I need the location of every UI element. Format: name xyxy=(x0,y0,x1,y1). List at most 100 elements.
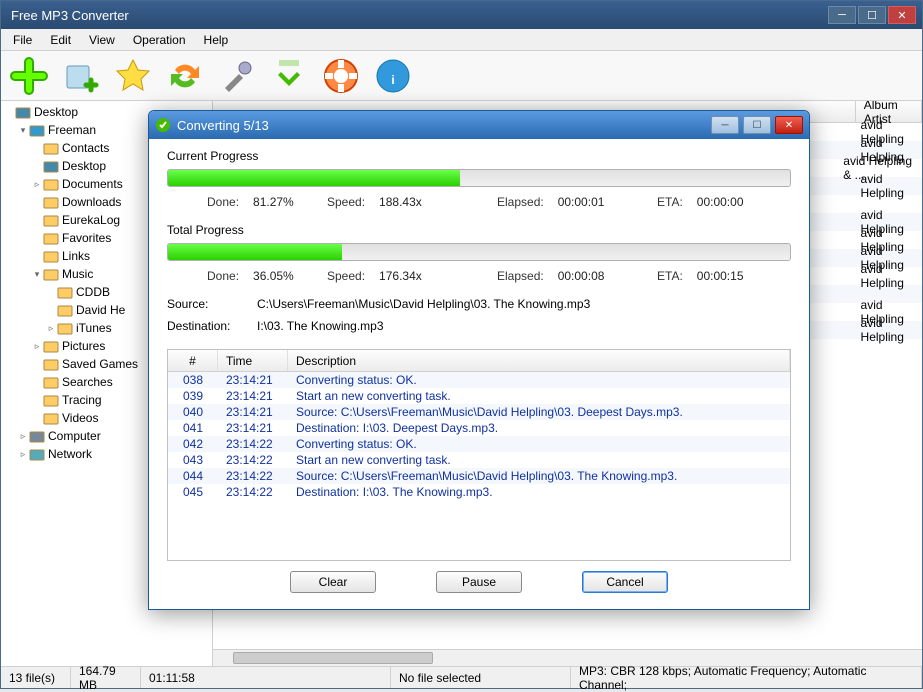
folder-icon xyxy=(29,446,45,462)
log-num: 045 xyxy=(168,485,218,499)
log-row[interactable]: 04523:14:22Destination: I:\03. The Knowi… xyxy=(168,484,790,500)
tree-expander-icon[interactable]: ▹ xyxy=(31,341,43,352)
favorites-button[interactable] xyxy=(111,54,155,98)
total-progress-label: Total Progress xyxy=(167,223,791,237)
current-progress-stats: Done:81.27% Speed:188.43x Elapsed:00:00:… xyxy=(167,195,791,209)
tree-expander-icon[interactable]: ▹ xyxy=(31,179,43,190)
log-desc: Start an new converting task. xyxy=(288,389,790,403)
folder-icon xyxy=(43,140,59,156)
log-col-num[interactable]: # xyxy=(168,350,218,371)
tree-label: CDDB xyxy=(76,285,110,299)
converting-dialog: Converting 5/13 ─ ☐ ✕ Current Progress D… xyxy=(148,110,810,610)
close-button[interactable]: ✕ xyxy=(888,6,916,24)
menu-edit[interactable]: Edit xyxy=(42,31,79,49)
tree-expander-icon[interactable]: ▹ xyxy=(45,323,57,334)
log-time: 23:14:21 xyxy=(218,421,288,435)
menu-file[interactable]: File xyxy=(5,31,40,49)
tree-label: Music xyxy=(62,267,93,281)
menu-operation[interactable]: Operation xyxy=(125,31,194,49)
tree-expander-icon[interactable]: ▹ xyxy=(17,431,29,442)
log-col-time[interactable]: Time xyxy=(218,350,288,371)
total-elapsed-value: 00:00:08 xyxy=(558,269,605,283)
tree-expander-icon[interactable]: ▹ xyxy=(17,449,29,460)
folder-icon xyxy=(43,212,59,228)
toolbar: i xyxy=(1,51,922,101)
lifebuoy-icon xyxy=(321,56,361,96)
log-row[interactable]: 03923:14:21Start an new converting task. xyxy=(168,388,790,404)
log-time: 23:14:22 xyxy=(218,485,288,499)
tree-expander-icon[interactable]: ▾ xyxy=(31,269,43,280)
log-list[interactable]: # Time Description 03823:14:21Converting… xyxy=(167,349,791,561)
log-desc: Destination: I:\03. The Knowing.mp3. xyxy=(288,485,790,499)
menu-help[interactable]: Help xyxy=(196,31,237,49)
dialog-icon xyxy=(155,117,171,133)
log-num: 039 xyxy=(168,389,218,403)
total-done-value: 36.05% xyxy=(253,269,294,283)
folder-icon xyxy=(43,230,59,246)
settings-button[interactable] xyxy=(215,54,259,98)
titlebar[interactable]: Free MP3 Converter ─ ☐ ✕ xyxy=(1,1,922,29)
folder-icon xyxy=(43,194,59,210)
minimize-button[interactable]: ─ xyxy=(828,6,856,24)
clear-button[interactable]: Clear xyxy=(290,571,376,593)
dialog-buttons: Clear Pause Cancel xyxy=(167,571,791,599)
about-button[interactable]: i xyxy=(371,54,415,98)
dialog-maximize-button[interactable]: ☐ xyxy=(743,116,771,134)
folder-icon xyxy=(43,338,59,354)
total-progress-section: Total Progress Done:36.05% Speed:176.34x… xyxy=(167,223,791,297)
tree-label: Documents xyxy=(62,177,123,191)
dialog-title: Converting 5/13 xyxy=(177,118,711,133)
convert-button[interactable] xyxy=(163,54,207,98)
dialog-titlebar[interactable]: Converting 5/13 ─ ☐ ✕ xyxy=(149,111,809,139)
log-row[interactable]: 04123:14:21Destination: I:\03. Deepest D… xyxy=(168,420,790,436)
maximize-button[interactable]: ☐ xyxy=(858,6,886,24)
add-files-button[interactable] xyxy=(7,54,51,98)
tree-label: Network xyxy=(48,447,92,461)
tree-label: David He xyxy=(76,303,125,317)
log-time: 23:14:21 xyxy=(218,389,288,403)
log-row[interactable]: 04023:14:21Source: C:\Users\Freeman\Musi… xyxy=(168,404,790,420)
log-header[interactable]: # Time Description xyxy=(168,350,790,372)
tree-label: Tracing xyxy=(62,393,102,407)
tree-expander-icon[interactable]: ▾ xyxy=(17,125,29,136)
total-progress-stats: Done:36.05% Speed:176.34x Elapsed:00:00:… xyxy=(167,269,791,283)
log-desc: Converting status: OK. xyxy=(288,373,790,387)
log-num: 043 xyxy=(168,453,218,467)
dialog-minimize-button[interactable]: ─ xyxy=(711,116,739,134)
tree-label: Searches xyxy=(62,375,113,389)
total-speed-value: 176.34x xyxy=(379,269,422,283)
tree-label: Desktop xyxy=(34,105,78,119)
add-folder-button[interactable] xyxy=(59,54,103,98)
current-progress-fill xyxy=(168,170,460,186)
log-col-desc[interactable]: Description xyxy=(288,350,790,371)
log-row[interactable]: 04323:14:22Start an new converting task. xyxy=(168,452,790,468)
log-time: 23:14:21 xyxy=(218,405,288,419)
download-button[interactable] xyxy=(267,54,311,98)
horizontal-scrollbar[interactable] xyxy=(213,649,922,666)
log-num: 038 xyxy=(168,373,218,387)
tree-label: Desktop xyxy=(62,159,106,173)
destination-path: I:\03. The Knowing.mp3 xyxy=(257,319,384,333)
help-button[interactable] xyxy=(319,54,363,98)
folder-icon xyxy=(43,176,59,192)
tree-label: Pictures xyxy=(62,339,105,353)
folder-icon xyxy=(43,266,59,282)
tools-icon xyxy=(217,56,257,96)
current-done-value: 81.27% xyxy=(253,195,294,209)
tree-label: Videos xyxy=(62,411,98,425)
current-progress-label: Current Progress xyxy=(167,149,791,163)
cell-album-artist: avid Helpling xyxy=(861,316,914,344)
destination-row: Destination: I:\03. The Knowing.mp3 xyxy=(167,319,791,333)
cancel-button[interactable]: Cancel xyxy=(582,571,668,593)
menu-view[interactable]: View xyxy=(81,31,123,49)
info-icon: i xyxy=(373,56,413,96)
folder-icon xyxy=(57,284,73,300)
svg-text:i: i xyxy=(391,73,394,87)
folder-icon xyxy=(43,158,59,174)
statusbar: 13 file(s) 164.79 MB 01:11:58 No file se… xyxy=(1,666,922,688)
pause-button[interactable]: Pause xyxy=(436,571,522,593)
dialog-close-button[interactable]: ✕ xyxy=(775,116,803,134)
log-row[interactable]: 04423:14:22Source: C:\Users\Freeman\Musi… xyxy=(168,468,790,484)
log-row[interactable]: 03823:14:21Converting status: OK. xyxy=(168,372,790,388)
log-row[interactable]: 04223:14:22Converting status: OK. xyxy=(168,436,790,452)
